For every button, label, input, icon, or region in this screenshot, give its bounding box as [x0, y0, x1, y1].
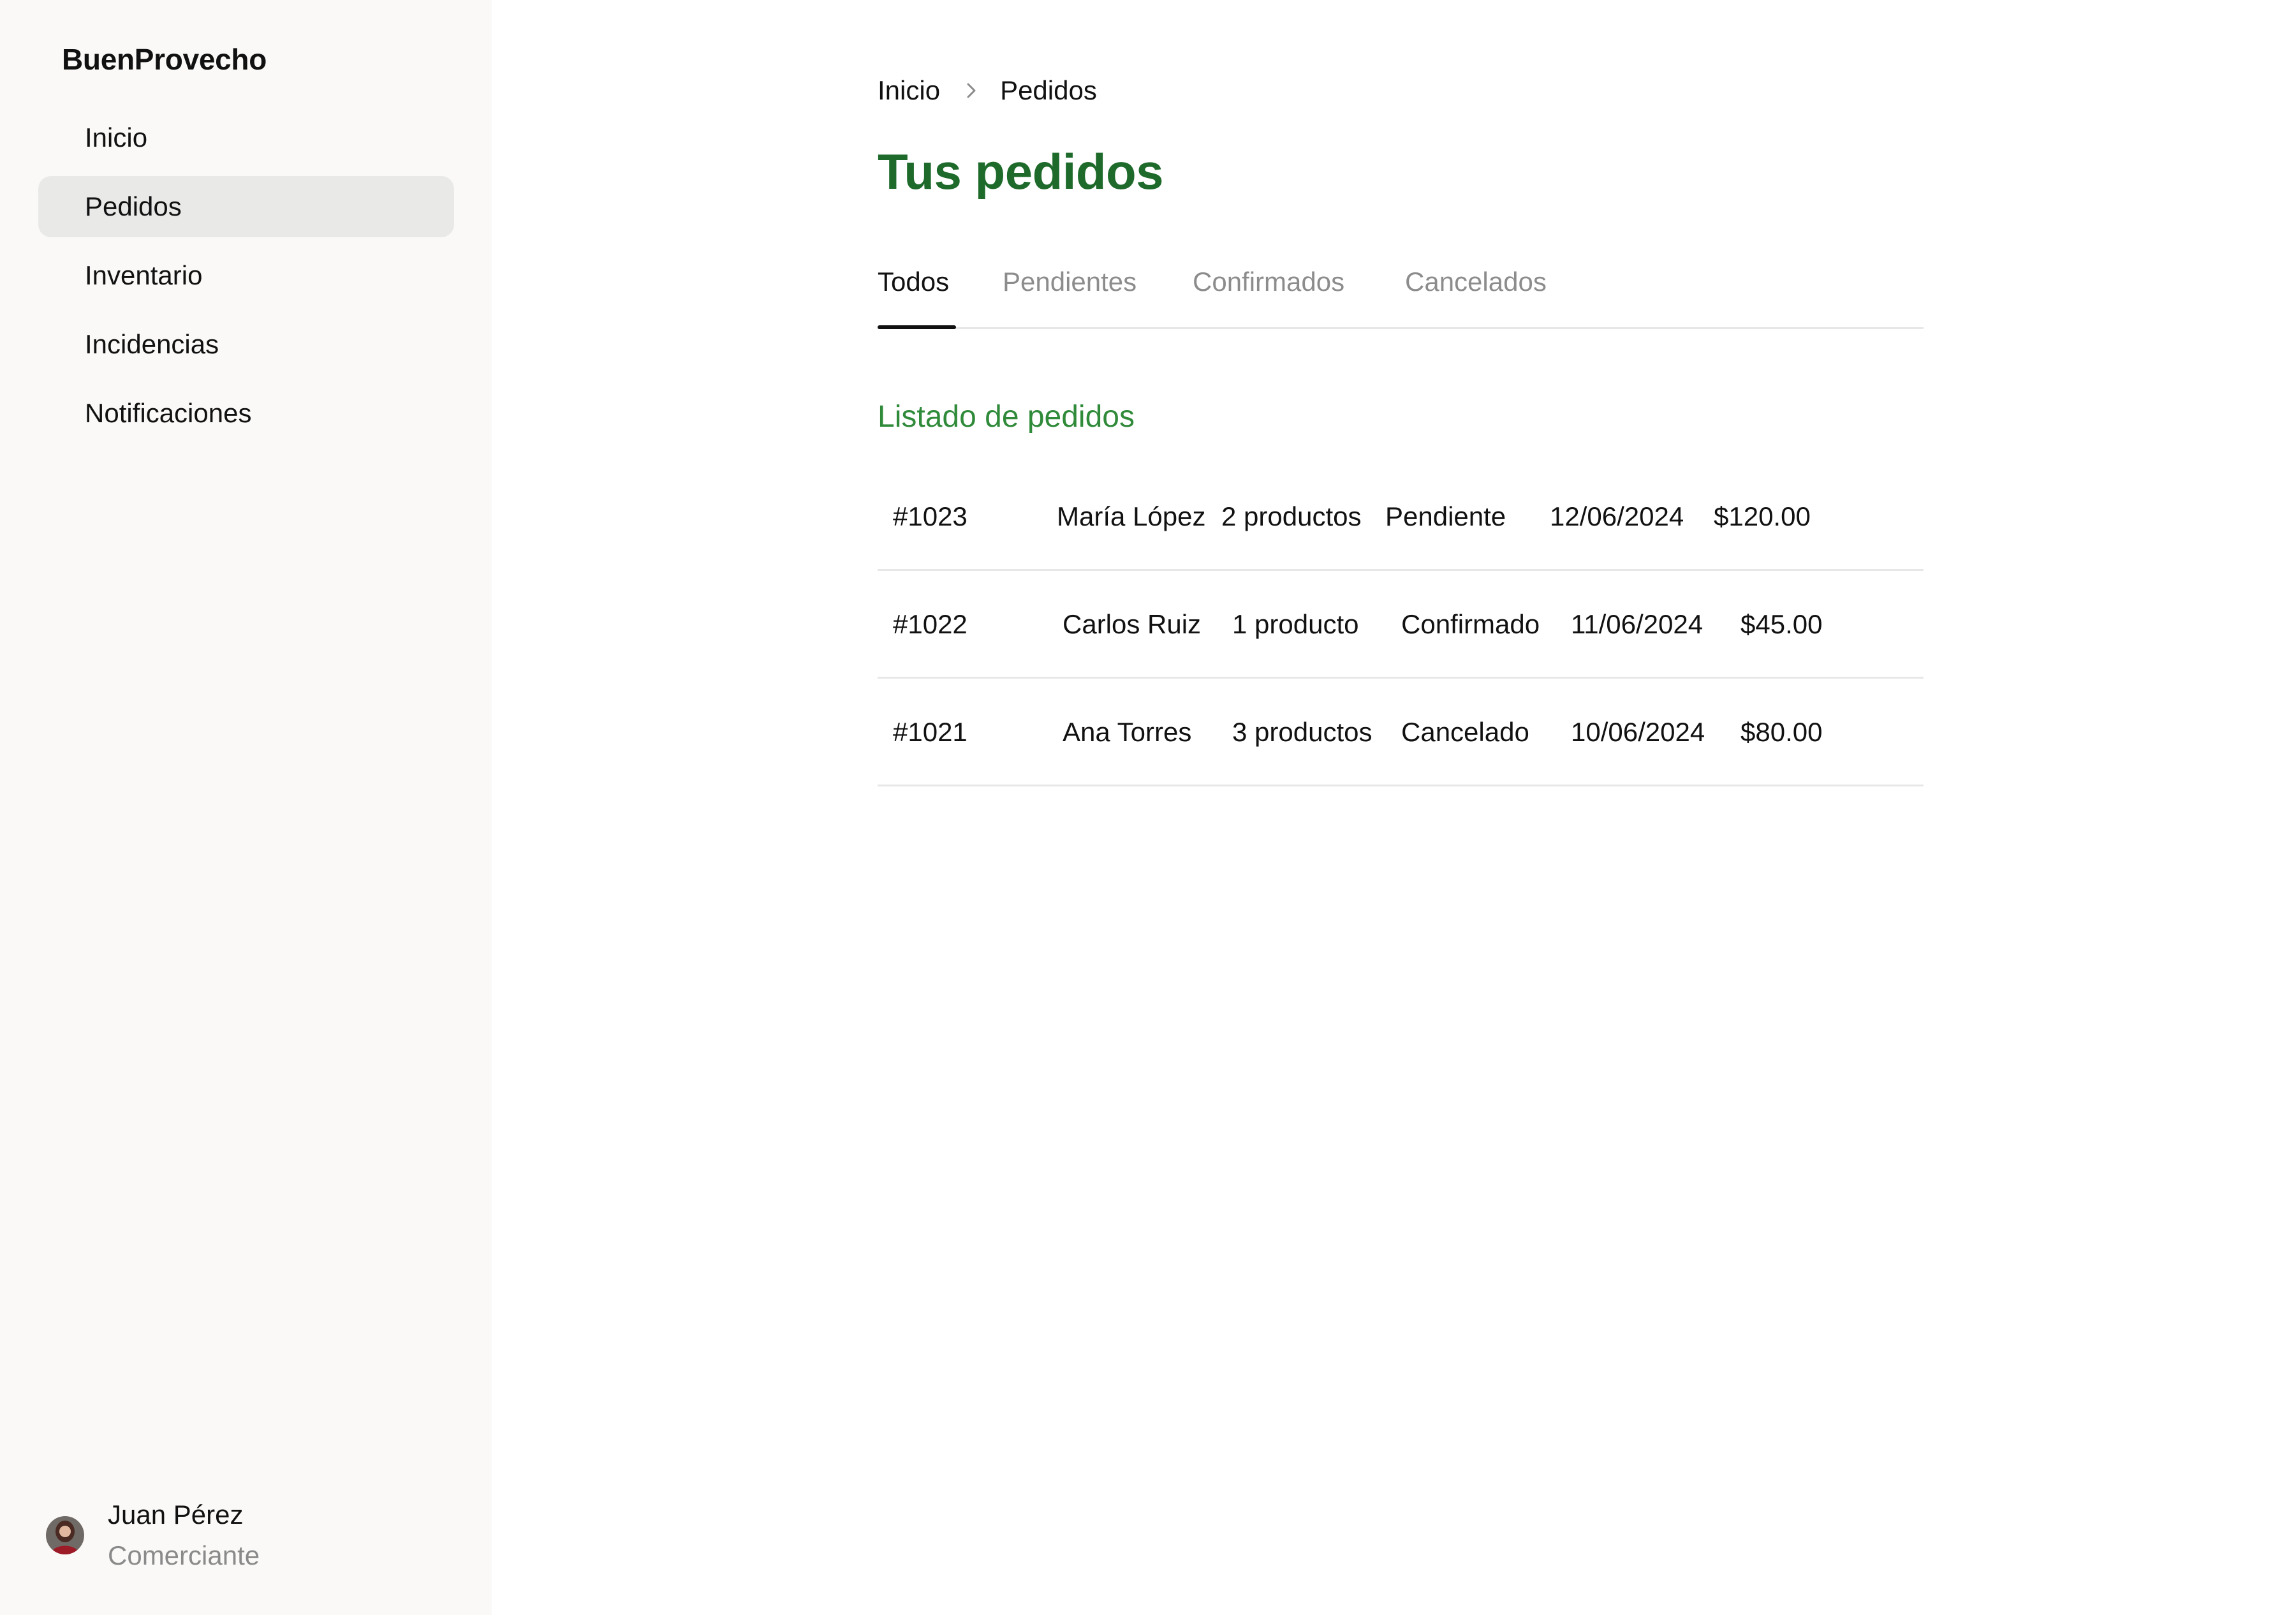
- order-total: $80.00: [1740, 717, 1823, 747]
- app-root: BuenProvecho Inicio Pedidos Inventario I…: [0, 0, 2296, 1615]
- order-items: 3 productos: [1232, 717, 1372, 747]
- sidebar-item-inicio[interactable]: Inicio: [38, 107, 454, 168]
- brand-name: BuenProvecho: [62, 43, 267, 76]
- user-avatar-icon: [46, 1516, 84, 1554]
- user-info: Juan Pérez Comerciante: [108, 1501, 260, 1569]
- order-total: $45.00: [1740, 609, 1823, 639]
- order-items: 1 producto: [1232, 609, 1359, 639]
- order-id: #1021: [893, 717, 968, 747]
- order-id: #1023: [893, 501, 968, 531]
- order-status: Cancelado: [1401, 717, 1529, 747]
- order-items: 2 productos: [1221, 501, 1362, 531]
- orders-list: #1023 María López 2 productos Pendiente …: [878, 463, 1924, 786]
- sidebar-nav: Inicio Pedidos Inventario Incidencias No…: [38, 107, 454, 452]
- sidebar-item-inventario[interactable]: Inventario: [38, 245, 454, 306]
- tab-todos[interactable]: Todos: [878, 267, 949, 297]
- order-date: 11/06/2024: [1571, 609, 1704, 639]
- sidebar-item-label: Inicio: [85, 122, 148, 152]
- tab-confirmados[interactable]: Confirmados: [1193, 267, 1344, 297]
- table-row[interactable]: #1022 Carlos Ruiz 1 producto Confirmado …: [878, 571, 1924, 679]
- order-id: #1022: [893, 609, 968, 639]
- sidebar-item-notificaciones[interactable]: Notificaciones: [38, 383, 454, 444]
- tab-label: Pendientes: [1003, 267, 1137, 297]
- sidebar-item-label: Notificaciones: [85, 398, 252, 428]
- avatar: [46, 1516, 84, 1554]
- breadcrumb: Inicio Pedidos: [878, 75, 1097, 106]
- sidebar-item-label: Incidencias: [85, 329, 219, 359]
- table-row[interactable]: #1023 María López 2 productos Pendiente …: [878, 463, 1924, 571]
- breadcrumb-item-inicio[interactable]: Inicio: [878, 75, 940, 106]
- sidebar-item-label: Inventario: [85, 260, 203, 290]
- breadcrumb-item-pedidos: Pedidos: [1000, 75, 1097, 105]
- tab-label: Cancelados: [1405, 267, 1547, 297]
- tab-cancelados[interactable]: Cancelados: [1405, 267, 1547, 297]
- order-status: Pendiente: [1385, 501, 1506, 531]
- order-total: $120.00: [1714, 501, 1811, 531]
- orders-section-title: Listado de pedidos: [878, 400, 1135, 434]
- table-row[interactable]: #1021 Ana Torres 3 productos Cancelado 1…: [878, 679, 1924, 786]
- order-status: Confirmado: [1401, 609, 1540, 639]
- sidebar-item-incidencias[interactable]: Incidencias: [38, 314, 454, 375]
- sidebar-item-label: Pedidos: [85, 191, 182, 221]
- tabs: Todos Pendientes Confirmados Cancelados: [878, 260, 1924, 329]
- user-name: Juan Pérez: [108, 1500, 244, 1530]
- sidebar-item-pedidos[interactable]: Pedidos: [38, 176, 454, 237]
- chevron-right-icon: [966, 82, 977, 100]
- order-customer: María López: [1057, 501, 1206, 531]
- tab-pendientes[interactable]: Pendientes: [1003, 267, 1137, 297]
- order-date: 10/06/2024: [1571, 717, 1705, 747]
- tab-label: Confirmados: [1193, 267, 1345, 297]
- user-profile[interactable]: Juan Pérez Comerciante: [46, 1501, 260, 1569]
- tab-label: Todos: [878, 267, 950, 297]
- active-tab-indicator: [878, 325, 956, 329]
- page-title: Tus pedidos: [878, 144, 1164, 200]
- order-customer: Carlos Ruiz: [1063, 609, 1202, 639]
- user-role: Comerciante: [108, 1540, 260, 1570]
- order-customer: Ana Torres: [1063, 717, 1192, 747]
- sidebar: BuenProvecho Inicio Pedidos Inventario I…: [0, 0, 492, 1615]
- order-date: 12/06/2024: [1550, 501, 1684, 531]
